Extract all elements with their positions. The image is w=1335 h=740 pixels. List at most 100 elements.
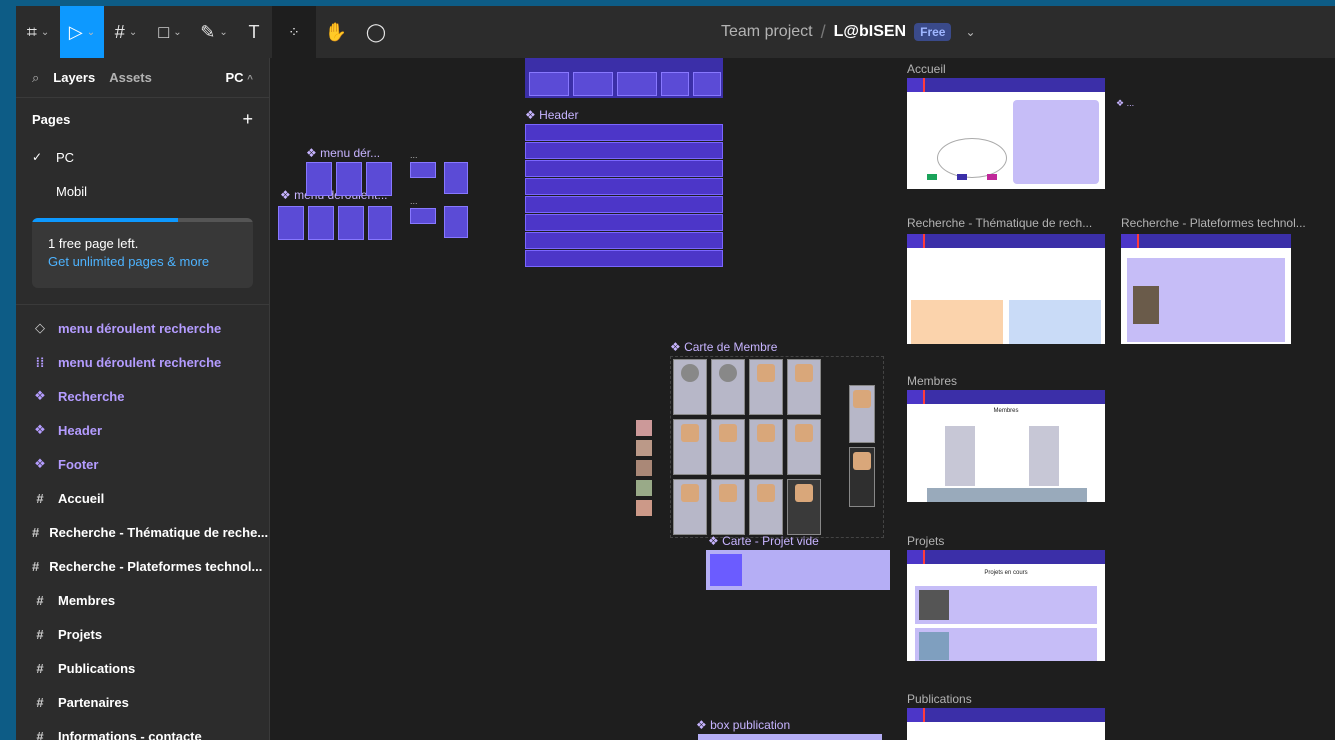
recherche-plateformes-label[interactable]: Recherche - Plateformes technol... [1121, 216, 1306, 230]
search-icon[interactable]: ⌕ [32, 70, 39, 86]
header-label-text: Header [539, 108, 579, 122]
main-menu-button[interactable]: ⌗ ⌄ [16, 6, 60, 58]
header-component-set[interactable] [525, 124, 723, 270]
page-item-pc[interactable]: ✓ PC [16, 140, 269, 174]
page-item-mobil[interactable]: Mobil [16, 174, 269, 208]
projets-frame[interactable]: Projets en cours [907, 550, 1105, 661]
shape-tool-button[interactable]: □ ⌄ [148, 6, 192, 58]
layer-label: Accueil [58, 490, 105, 506]
menu-deroulent-variants[interactable] [278, 206, 392, 242]
member-card [749, 479, 783, 535]
page-selector[interactable]: PC ^ [225, 70, 253, 85]
frame-tool-button[interactable]: # ⌄ [104, 6, 148, 58]
menu-der-label[interactable]: ❖ menu dér... [306, 146, 380, 160]
carte-membre-component-set[interactable] [670, 356, 884, 538]
member-card [673, 419, 707, 475]
carte-projet-vide[interactable] [706, 550, 890, 590]
layer-item[interactable]: # Publications [16, 651, 269, 685]
file-menu-chevron-icon[interactable]: ⌄ [965, 25, 975, 39]
member-card [673, 359, 707, 415]
add-page-plus-icon[interactable]: + [242, 109, 253, 130]
layer-item[interactable]: # Partenaires [16, 685, 269, 719]
recherche-plateformes-frame[interactable] [1121, 234, 1291, 344]
member-card [787, 359, 821, 415]
search-dropdown-item[interactable] [410, 162, 436, 178]
recherche-variant [693, 72, 721, 96]
component-set-icon: ⁞⁞ [35, 354, 45, 370]
carte-projet-label[interactable]: ❖ Carte - Projet vide [708, 534, 819, 548]
resources-button[interactable]: ⁘ [272, 6, 316, 58]
menu-item [336, 162, 362, 196]
chevron-down-icon: ⌄ [219, 26, 228, 38]
text-tool-button[interactable]: T [236, 6, 272, 58]
recherche-variant [661, 72, 689, 96]
search-dropdown-item[interactable] [410, 208, 436, 224]
publications-frame[interactable] [907, 708, 1105, 740]
team-name[interactable]: Team project [721, 23, 813, 41]
projets-heading: Projets en cours [984, 570, 1028, 576]
layer-item[interactable]: ◇ menu déroulent recherche [16, 311, 269, 345]
header-component-label[interactable]: ❖ Header [525, 108, 578, 122]
axe2-panel [1009, 300, 1101, 344]
project-image [919, 632, 949, 660]
move-tool-button[interactable]: ▷ ⌄ [60, 6, 104, 58]
member-card [749, 419, 783, 475]
tab-layers[interactable]: Layers [53, 70, 95, 85]
accueil-frame-label[interactable]: Accueil [907, 62, 946, 76]
news-panel [1013, 100, 1099, 184]
design-canvas[interactable]: ❖ Header ❖ menu dér... ❖ menu déroulent.… [270, 58, 1335, 740]
hand-tool-button[interactable]: ✋ [316, 6, 356, 58]
layer-item[interactable]: # Projets [16, 617, 269, 651]
site-header-nav [907, 78, 1105, 92]
layer-item[interactable]: ❖ Recherche [16, 379, 269, 413]
pen-tool-button[interactable]: ✎ ⌄ [192, 6, 236, 58]
membres-frame-label[interactable]: Membres [907, 374, 957, 388]
resources-grid-icon: ⁘ [288, 23, 300, 40]
layer-item[interactable]: # Informations - contacte [16, 719, 269, 740]
recherche-thematique-frame[interactable] [907, 234, 1105, 344]
file-name[interactable]: L@bISEN [834, 23, 907, 41]
layer-item[interactable]: # Accueil [16, 481, 269, 515]
avatar [853, 390, 871, 408]
recherche-component-preview[interactable] [525, 58, 723, 98]
footer-component-label[interactable]: ❖ ... [1116, 98, 1134, 109]
search-dropdown-item[interactable] [444, 206, 468, 238]
dots-label: ... [410, 150, 418, 160]
member-card [673, 479, 707, 535]
menu-item [308, 206, 334, 240]
membres-frame[interactable]: Membres [907, 390, 1105, 502]
frame-hash-icon: # [36, 660, 44, 676]
layer-label: Header [58, 422, 103, 438]
layer-label: Partenaires [58, 694, 129, 710]
carte-projet-label-text: Carte - Projet vide [722, 534, 819, 548]
publications-frame-label[interactable]: Publications [907, 692, 972, 706]
pages-header: Pages + [16, 98, 269, 140]
comment-tool-button[interactable]: ◯ [356, 6, 396, 58]
layer-item[interactable]: # Recherche - Plateformes technol... [16, 549, 269, 583]
site-header-nav [907, 234, 1105, 248]
upgrade-link[interactable]: Get unlimited pages & more [48, 254, 209, 269]
layer-item[interactable]: # Membres [16, 583, 269, 617]
search-dropdown-item[interactable] [444, 162, 468, 194]
avatar [757, 364, 775, 382]
tab-assets[interactable]: Assets [109, 70, 152, 85]
accueil-frame[interactable] [907, 78, 1105, 189]
layer-item[interactable]: ❖ Header [16, 413, 269, 447]
left-sidebar: ⌕ Layers Assets PC ^ Pages + ✓ PC Mobil … [16, 58, 270, 740]
avatar [681, 424, 699, 442]
layer-item[interactable]: ❖ Footer [16, 447, 269, 481]
projets-frame-label[interactable]: Projets [907, 534, 944, 548]
component-icon: ❖ [34, 388, 46, 403]
layer-item[interactable]: # Recherche - Thématique de reche... [16, 515, 269, 549]
header-variant [525, 250, 723, 267]
box-publication-label[interactable]: ❖ box publication [696, 718, 790, 732]
recherche-thematique-label[interactable]: Recherche - Thématique de rech... [907, 216, 1092, 230]
menu-deroulent-preview[interactable] [306, 162, 392, 198]
project-image [919, 590, 949, 620]
member-card [711, 479, 745, 535]
layer-item[interactable]: ⁞⁞ menu déroulent recherche [16, 345, 269, 379]
menu-item [278, 206, 304, 240]
carte-membre-label[interactable]: ❖ Carte de Membre [670, 340, 777, 354]
box-publication-preview[interactable] [698, 734, 882, 740]
avatar-thumbnails[interactable] [636, 420, 652, 516]
